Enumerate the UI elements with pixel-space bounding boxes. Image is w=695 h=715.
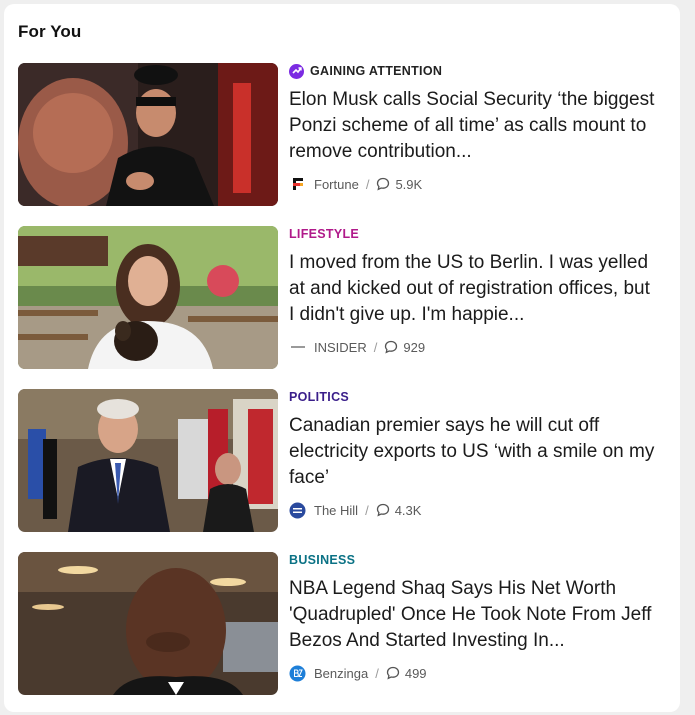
- separator: /: [365, 176, 370, 192]
- comment-count: 5.9K: [395, 176, 423, 192]
- source-row: The Hill / 4.3K: [289, 501, 659, 519]
- source-name[interactable]: INSIDER: [314, 340, 367, 355]
- article-category[interactable]: LIFESTYLE: [289, 226, 659, 242]
- comment-count: 499: [404, 665, 427, 681]
- the-hill-logo-icon: [289, 502, 306, 519]
- article-thumbnail[interactable]: [18, 389, 278, 532]
- source-name[interactable]: The Hill: [314, 503, 358, 518]
- article-thumbnail[interactable]: [18, 63, 278, 206]
- article-headline[interactable]: NBA Legend Shaq Says His Net Worth 'Quad…: [289, 576, 659, 654]
- for-you-panel: For You GAINING ATTENTION Elon Musk call…: [4, 4, 680, 712]
- article-headline[interactable]: Elon Musk calls Social Security ‘the big…: [289, 87, 659, 165]
- shaq-photo: [18, 552, 278, 695]
- article-thumbnail[interactable]: [18, 552, 278, 695]
- article-thumbnail[interactable]: [18, 226, 278, 369]
- comment-icon[interactable]: [376, 503, 390, 517]
- category-label: LIFESTYLE: [289, 227, 360, 241]
- category-label: BUSINESS: [289, 553, 356, 567]
- article-category[interactable]: GAINING ATTENTION: [289, 63, 659, 79]
- source-row: INSIDER / 929: [289, 338, 659, 356]
- article-category[interactable]: POLITICS: [289, 389, 659, 405]
- section-title: For You: [18, 22, 82, 41]
- source-name[interactable]: Fortune: [314, 177, 359, 192]
- insider-logo-icon: [289, 339, 306, 356]
- comment-count: 4.3K: [394, 502, 422, 518]
- category-label: GAINING ATTENTION: [310, 64, 443, 78]
- article-card[interactable]: POLITICS Canadian premier says he will c…: [18, 389, 658, 533]
- benzinga-logo-icon: [289, 665, 306, 682]
- comment-icon[interactable]: [376, 177, 390, 191]
- source-name[interactable]: Benzinga: [314, 666, 368, 681]
- source-row: Benzinga / 499: [289, 664, 659, 682]
- article-meta: BUSINESS NBA Legend Shaq Says His Net Wo…: [289, 552, 659, 682]
- category-label: POLITICS: [289, 390, 350, 404]
- comment-icon[interactable]: [384, 340, 398, 354]
- article-meta: POLITICS Canadian premier says he will c…: [289, 389, 659, 519]
- berlin-photo: [18, 226, 278, 369]
- article-headline[interactable]: I moved from the US to Berlin. I was yel…: [289, 250, 659, 328]
- comment-count: 929: [403, 339, 426, 355]
- fortune-logo-icon: [289, 176, 306, 193]
- separator: /: [365, 502, 369, 518]
- article-card[interactable]: GAINING ATTENTION Elon Musk calls Social…: [18, 63, 658, 207]
- source-row: Fortune / 5.9K: [289, 175, 659, 193]
- separator: /: [373, 339, 378, 355]
- comment-icon[interactable]: [386, 666, 400, 680]
- article-card[interactable]: BUSINESS NBA Legend Shaq Says His Net Wo…: [18, 552, 658, 696]
- separator: /: [375, 665, 379, 681]
- musk-photo: [18, 63, 278, 206]
- article-meta: GAINING ATTENTION Elon Musk calls Social…: [289, 63, 659, 193]
- article-headline[interactable]: Canadian premier says he will cut off el…: [289, 413, 659, 491]
- trending-icon: [289, 63, 304, 79]
- premier-photo: [18, 389, 278, 532]
- article-category[interactable]: BUSINESS: [289, 552, 659, 568]
- article-meta: LIFESTYLE I moved from the US to Berlin.…: [289, 226, 659, 356]
- article-card[interactable]: LIFESTYLE I moved from the US to Berlin.…: [18, 226, 658, 370]
